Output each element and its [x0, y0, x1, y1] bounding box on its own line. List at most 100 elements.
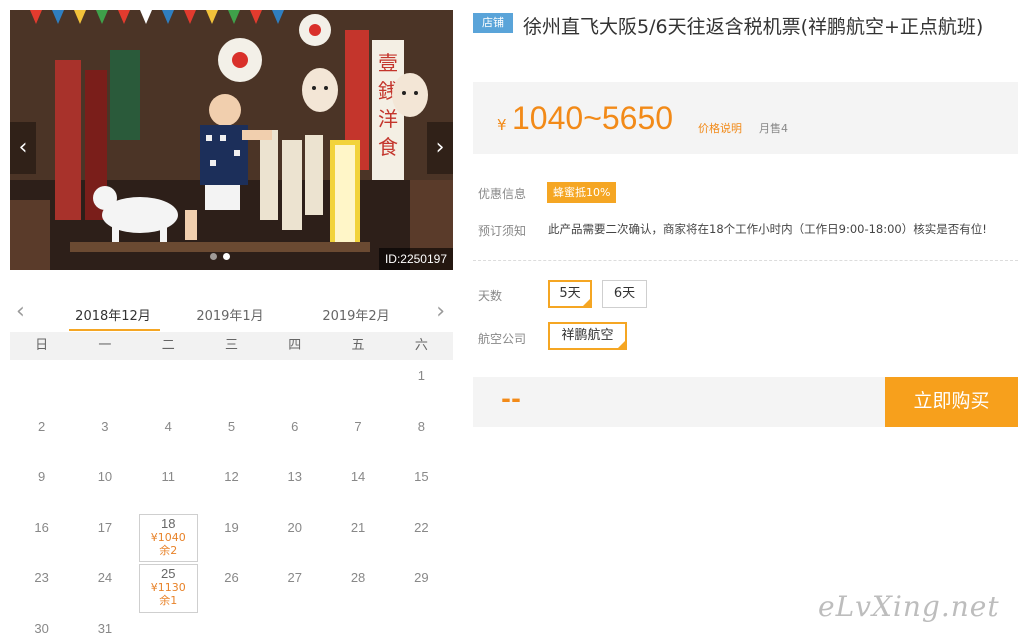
calendar-next-month-button[interactable]: ›	[436, 300, 445, 324]
weekday-header: 日一二三四五六	[10, 332, 453, 360]
calendar-day[interactable]: 16	[10, 512, 73, 563]
calendar-day[interactable]: 29	[390, 562, 453, 613]
chevron-left-icon: ‹	[18, 135, 28, 160]
day-number: 30	[34, 620, 49, 636]
calendar-day[interactable]: 26	[200, 562, 263, 613]
booking-notice-label: 预订须知	[478, 224, 527, 238]
day-number: 23	[34, 570, 49, 585]
day-number: 4	[164, 418, 172, 434]
airline-option-label: 祥鹏航空	[561, 328, 614, 343]
gallery-pagination	[210, 253, 230, 260]
calendar-day[interactable]: 15	[390, 461, 453, 512]
day-stock: 余2	[159, 543, 178, 557]
calendar-day-available[interactable]: 25 ¥1130 余1	[137, 562, 200, 613]
calendar-day[interactable]: 10	[73, 461, 136, 512]
airline-option-xiangpeng[interactable]: 祥鹏航空	[548, 322, 627, 350]
shop-sign-char-1: 壹	[378, 51, 398, 75]
calendar-day-empty	[200, 360, 263, 411]
month-tab-2019-02[interactable]: 2019年2月	[310, 305, 402, 324]
month-tab-2019-01[interactable]: 2019年1月	[184, 305, 276, 324]
calendar-month-nav: ‹ 2018年12月 2019年1月 2019年2月 ›	[10, 296, 453, 332]
calendar-day[interactable]: 13	[263, 461, 326, 512]
calendar-day[interactable]: 27	[263, 562, 326, 613]
weekday-label: 三	[224, 338, 238, 353]
discount-label: 优惠信息	[478, 187, 527, 201]
active-month-indicator	[69, 329, 160, 331]
calendar-week-row: 1	[10, 360, 453, 411]
days-option-5[interactable]: 5天	[548, 280, 592, 308]
day-number: 6	[291, 418, 299, 434]
selected-check-icon	[582, 298, 591, 307]
day-stock: 余1	[159, 594, 178, 607]
calendar-week-row: 2 3 4 5 6 7 8	[10, 411, 453, 462]
selected-check-icon	[617, 340, 626, 349]
gallery-prev-button[interactable]: ‹	[10, 122, 36, 174]
calendar-day[interactable]: 20	[263, 512, 326, 563]
day-number: 27	[287, 570, 302, 585]
calendar-day[interactable]: 8	[390, 411, 453, 462]
day-number	[263, 360, 326, 368]
day-number: 26	[224, 570, 239, 585]
calendar-day[interactable]: 19	[200, 512, 263, 563]
day-number: 1	[417, 368, 425, 383]
calendar-day[interactable]: 23	[10, 562, 73, 613]
calendar-day[interactable]: 22	[390, 512, 453, 563]
calendar-day[interactable]: 5	[200, 411, 263, 462]
day-number	[10, 360, 73, 368]
airline-label: 航空公司	[478, 332, 527, 346]
month-tab-2018-12[interactable]: 2018年12月	[67, 305, 159, 324]
calendar-prev-month-button[interactable]: ‹	[16, 300, 25, 324]
calendar-day[interactable]: 17	[73, 512, 136, 563]
calendar-day[interactable]: 12	[200, 461, 263, 512]
calendar-day[interactable]: 28	[326, 562, 389, 613]
gallery-next-button[interactable]: ›	[427, 122, 453, 174]
day-price: ¥1040	[150, 530, 186, 544]
day-number	[263, 613, 326, 621]
calendar-day-empty	[137, 613, 200, 636]
calendar-day[interactable]: 4	[137, 411, 200, 462]
discount-badge: 蜂蜜抵10%	[547, 182, 617, 203]
selected-price-placeholder: --	[501, 385, 521, 413]
calendar-day[interactable]: 31	[73, 613, 136, 636]
calendar-day-empty	[10, 360, 73, 411]
day-number: 21	[350, 519, 366, 535]
calendar-day[interactable]: 11	[137, 461, 200, 512]
calendar-day[interactable]: 24	[73, 562, 136, 613]
day-number: 3	[101, 418, 109, 434]
calendar-day-empty	[137, 360, 200, 411]
calendar-day[interactable]: 14	[326, 461, 389, 512]
product-photo: 壹 銭 洋 食	[10, 10, 453, 270]
days-label: 天数	[478, 289, 503, 303]
days-option-label: 5天	[559, 286, 581, 301]
calendar-day[interactable]: 9	[10, 461, 73, 512]
weekday-label: 四	[288, 338, 302, 353]
gallery-dot-active[interactable]	[223, 253, 230, 260]
calendar-day[interactable]: 7	[326, 411, 389, 462]
calendar-day-available[interactable]: 18 ¥1040 余2	[137, 512, 200, 562]
gallery-dot[interactable]	[210, 253, 217, 260]
calendar-day[interactable]: 2	[10, 411, 73, 462]
price-explanation-link[interactable]: 价格说明	[698, 120, 742, 136]
calendar-day-empty	[263, 613, 326, 636]
day-number	[137, 613, 200, 621]
calendar-day[interactable]: 3	[73, 411, 136, 462]
product-image-gallery[interactable]: 壹 銭 洋 食 ‹ › ID:2250197	[10, 10, 453, 270]
days-option-6[interactable]: 6天	[602, 280, 647, 308]
day-number	[200, 613, 263, 621]
day-number	[326, 360, 389, 368]
weekday-label: 五	[351, 338, 365, 353]
day-number: 2	[38, 418, 46, 434]
day-number: 12	[224, 469, 239, 484]
day-number: 5	[227, 418, 236, 434]
calendar-day[interactable]: 30	[10, 613, 73, 636]
day-number: 15	[414, 469, 429, 484]
calendar-week-row: 16 17 18 ¥1040 余2 19 20 21 22	[10, 512, 453, 563]
calendar-day-empty	[263, 360, 326, 411]
day-number: 11	[161, 469, 175, 484]
calendar-day[interactable]: 1	[390, 360, 453, 411]
day-number: 19	[224, 519, 239, 535]
day-number: 7	[354, 418, 362, 434]
calendar-day[interactable]: 6	[263, 411, 326, 462]
calendar-day[interactable]: 21	[326, 512, 389, 563]
buy-now-button[interactable]: 立即购买	[885, 377, 1018, 427]
